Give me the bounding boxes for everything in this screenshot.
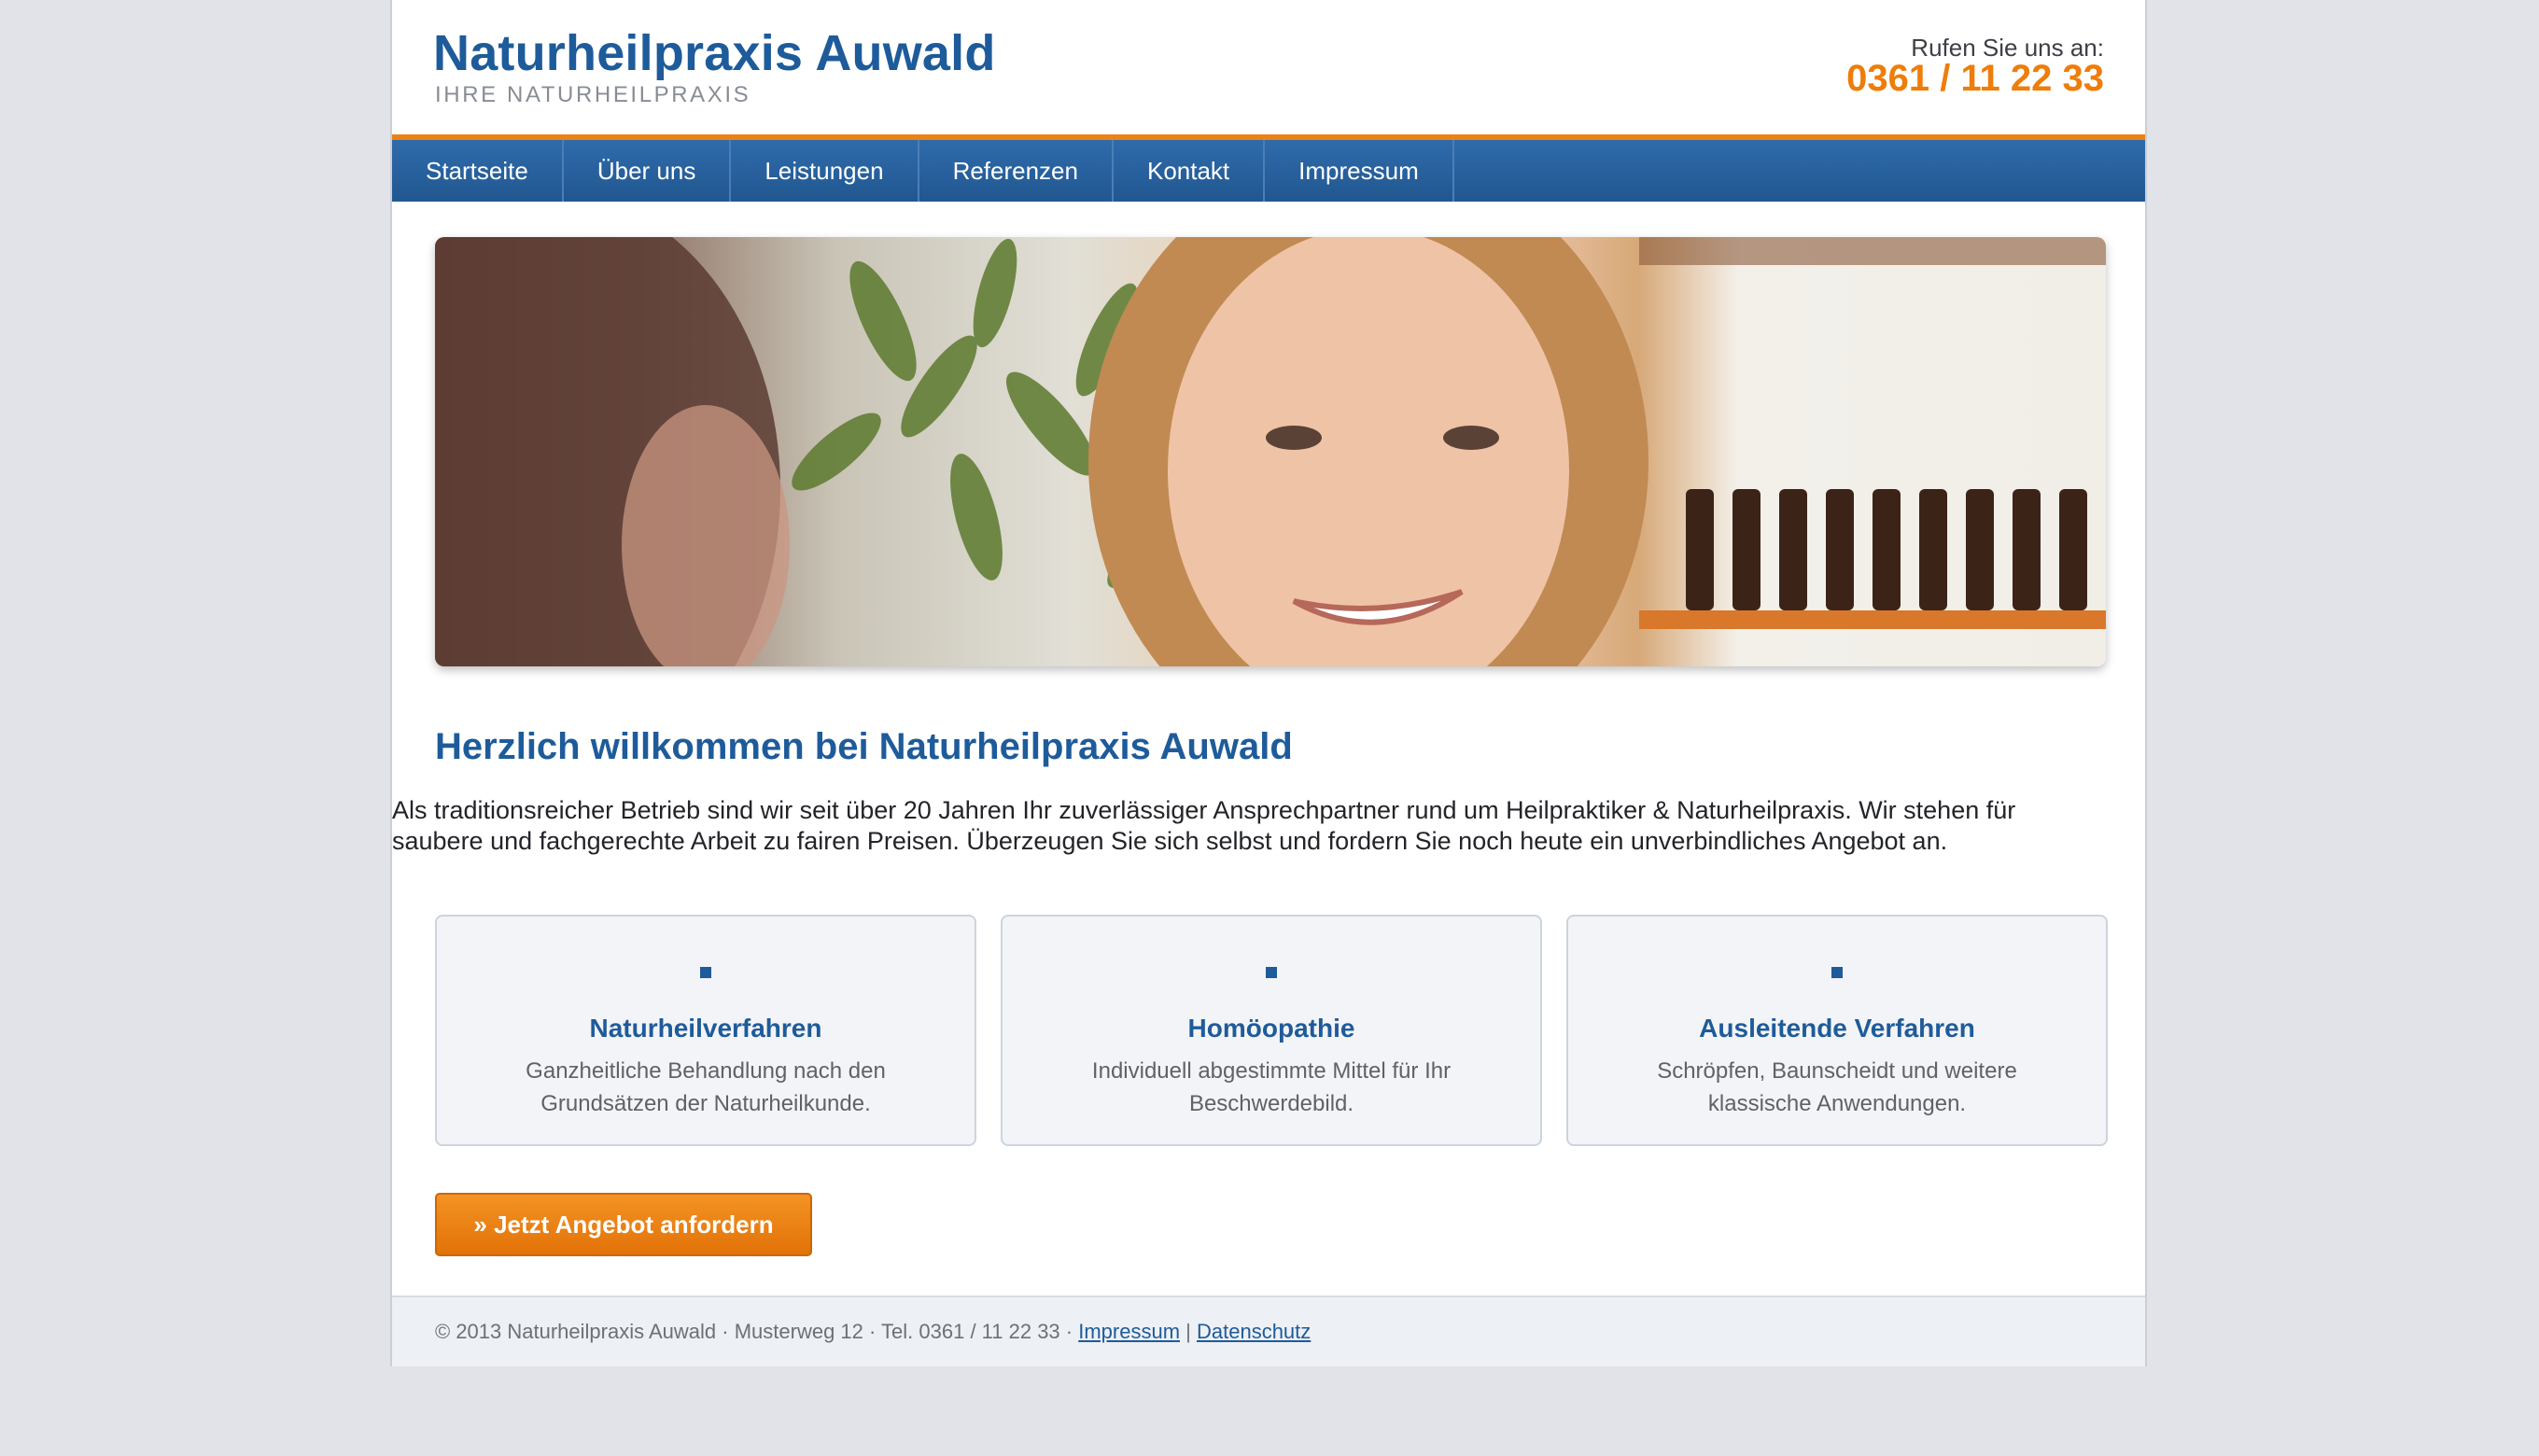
site-header: Naturheilpraxis Auwald IHRE NATURHEILPRA… [392, 0, 2145, 136]
card-description: Schröpfen, Baunscheidt und weitere klass… [1657, 1058, 2017, 1116]
nav-item-impressum[interactable]: Impressum [1265, 140, 1454, 202]
hero-image [435, 237, 2106, 666]
main-navigation: Startseite Über uns Leistungen Referenze… [392, 140, 2145, 202]
service-card-naturheilverfahren[interactable]: Naturheilverfahren Ganzheitliche Behandl… [435, 915, 976, 1146]
card-description: Ganzheitliche Behandlung nach den Grunds… [526, 1058, 886, 1116]
service-cards: Naturheilverfahren Ganzheitliche Behandl… [435, 915, 2108, 1148]
hero-illustration [435, 237, 2106, 666]
bullet-square-icon [1831, 967, 1843, 978]
card-description: Individuell abgestimmte Mittel für Ihr B… [1091, 1058, 1452, 1116]
nav-item-kontakt[interactable]: Kontakt [1114, 140, 1266, 202]
card-title: Naturheilverfahren [589, 1014, 822, 1043]
footer-line: © 2013 Naturheilpraxis Auwald · Musterwe… [435, 1320, 1311, 1344]
card-title: Ausleitende Verfahren [1699, 1014, 1975, 1043]
intro-text: Als traditionsreicher Betrieb sind wir s… [392, 796, 2016, 855]
site-tagline: IHRE NATURHEILPRAXIS [435, 82, 751, 107]
site-title[interactable]: Naturheilpraxis Auwald [433, 24, 996, 82]
bullet-square-icon [1266, 967, 1277, 978]
nav-item-ueber-uns[interactable]: Über uns [564, 140, 732, 202]
site-footer: © 2013 Naturheilpraxis Auwald · Musterwe… [392, 1295, 2145, 1366]
footer-link-datenschutz[interactable]: Datenschutz [1197, 1320, 1311, 1343]
card-title: Homöopathie [1187, 1014, 1355, 1043]
nav-item-leistungen[interactable]: Leistungen [731, 140, 919, 202]
request-offer-button[interactable]: » Jetzt Angebot anfordern [435, 1193, 812, 1256]
welcome-heading: Herzlich willkommen bei Naturheilpraxis … [435, 726, 1293, 767]
footer-separator: | [1185, 1320, 1191, 1343]
service-card-homoeopathie[interactable]: Homöopathie Individuell abgestimmte Mitt… [1001, 915, 1542, 1146]
page-container: Naturheilpraxis Auwald IHRE NATURHEILPRA… [390, 0, 2147, 1366]
bullet-square-icon [700, 967, 711, 978]
footer-text: © 2013 Naturheilpraxis Auwald · Musterwe… [435, 1320, 1079, 1343]
nav-item-startseite[interactable]: Startseite [392, 140, 564, 202]
nav-item-referenzen[interactable]: Referenzen [919, 140, 1114, 202]
footer-link-impressum[interactable]: Impressum [1078, 1320, 1180, 1343]
service-card-ausleitende-verfahren[interactable]: Ausleitende Verfahren Schröpfen, Baunsch… [1566, 915, 2108, 1146]
phone-number[interactable]: 0361 / 11 22 33 [1846, 58, 2104, 100]
